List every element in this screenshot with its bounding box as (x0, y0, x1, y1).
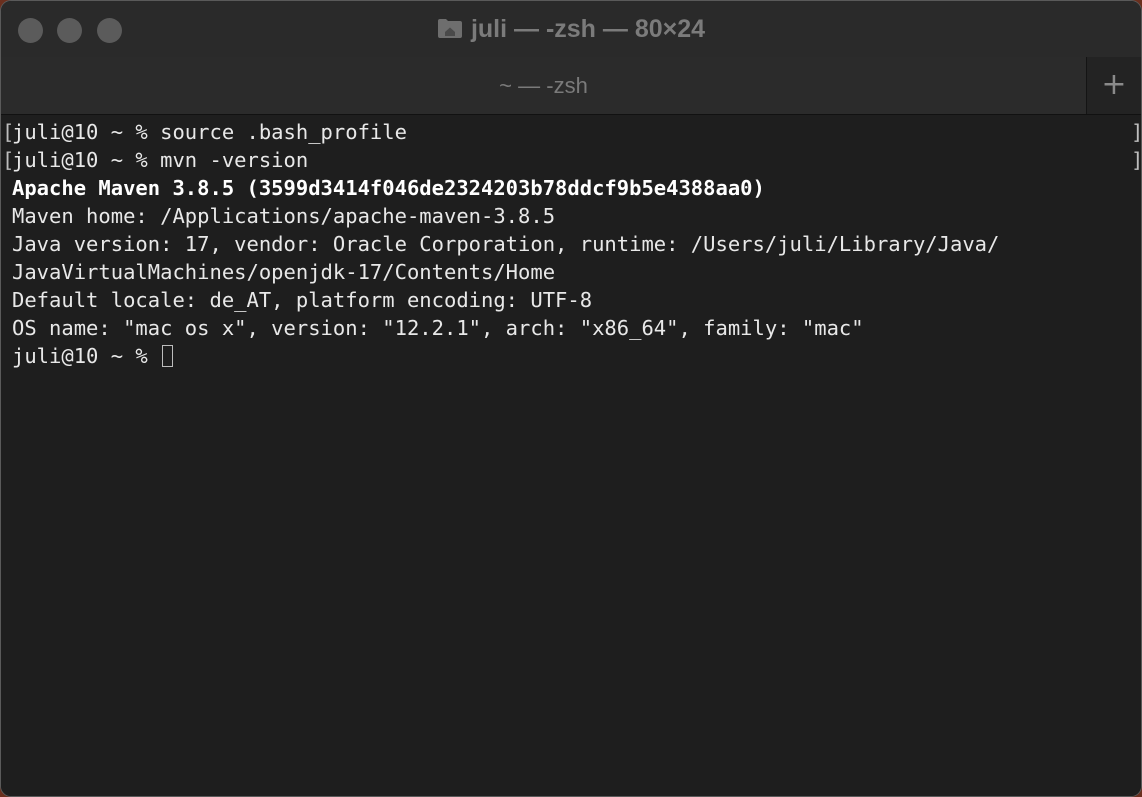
terminal-content[interactable]: [ ] [ ] juli@10 ~ % source .bash_profile… (1, 115, 1141, 796)
terminal-line: juli@10 ~ % mvn -version (12, 148, 309, 172)
cursor-icon (162, 345, 174, 367)
window-title: juli — -zsh — 80×24 (470, 15, 706, 43)
window-title-wrap: juli — -zsh — 80×24 (1, 13, 1141, 45)
mark-close-icon: ] (1131, 118, 1141, 146)
terminal-line: Maven home: /Applications/apache-maven-3… (12, 204, 556, 228)
home-folder-icon (437, 17, 463, 39)
mark-close-icon: ] (1131, 146, 1141, 174)
terminal-line: juli@10 ~ % source .bash_profile (12, 120, 407, 144)
tab-zsh[interactable]: ~ — -zsh (1, 57, 1086, 114)
terminal-line: Default locale: de_AT, platform encoding… (12, 288, 593, 312)
terminal-line: OS name: "mac os x", version: "12.2.1", … (12, 316, 864, 340)
title-bar[interactable]: juli — -zsh — 80×24 (1, 1, 1141, 57)
terminal-line: Java version: 17, vendor: Oracle Corpora… (12, 232, 1000, 256)
terminal-prompt-line: juli@10 ~ % (12, 342, 174, 370)
terminal-line: JavaVirtualMachines/openjdk-17/Contents/… (12, 260, 556, 284)
terminal-window: juli — -zsh — 80×24 ~ — -zsh + [ ] [ ] j… (0, 0, 1142, 797)
terminal-line: Apache Maven 3.8.5 (3599d3414f046de23242… (12, 176, 765, 200)
new-tab-button[interactable]: + (1086, 57, 1141, 114)
prompt: juli@10 ~ % (12, 344, 161, 368)
tab-bar: ~ — -zsh + (1, 57, 1141, 115)
